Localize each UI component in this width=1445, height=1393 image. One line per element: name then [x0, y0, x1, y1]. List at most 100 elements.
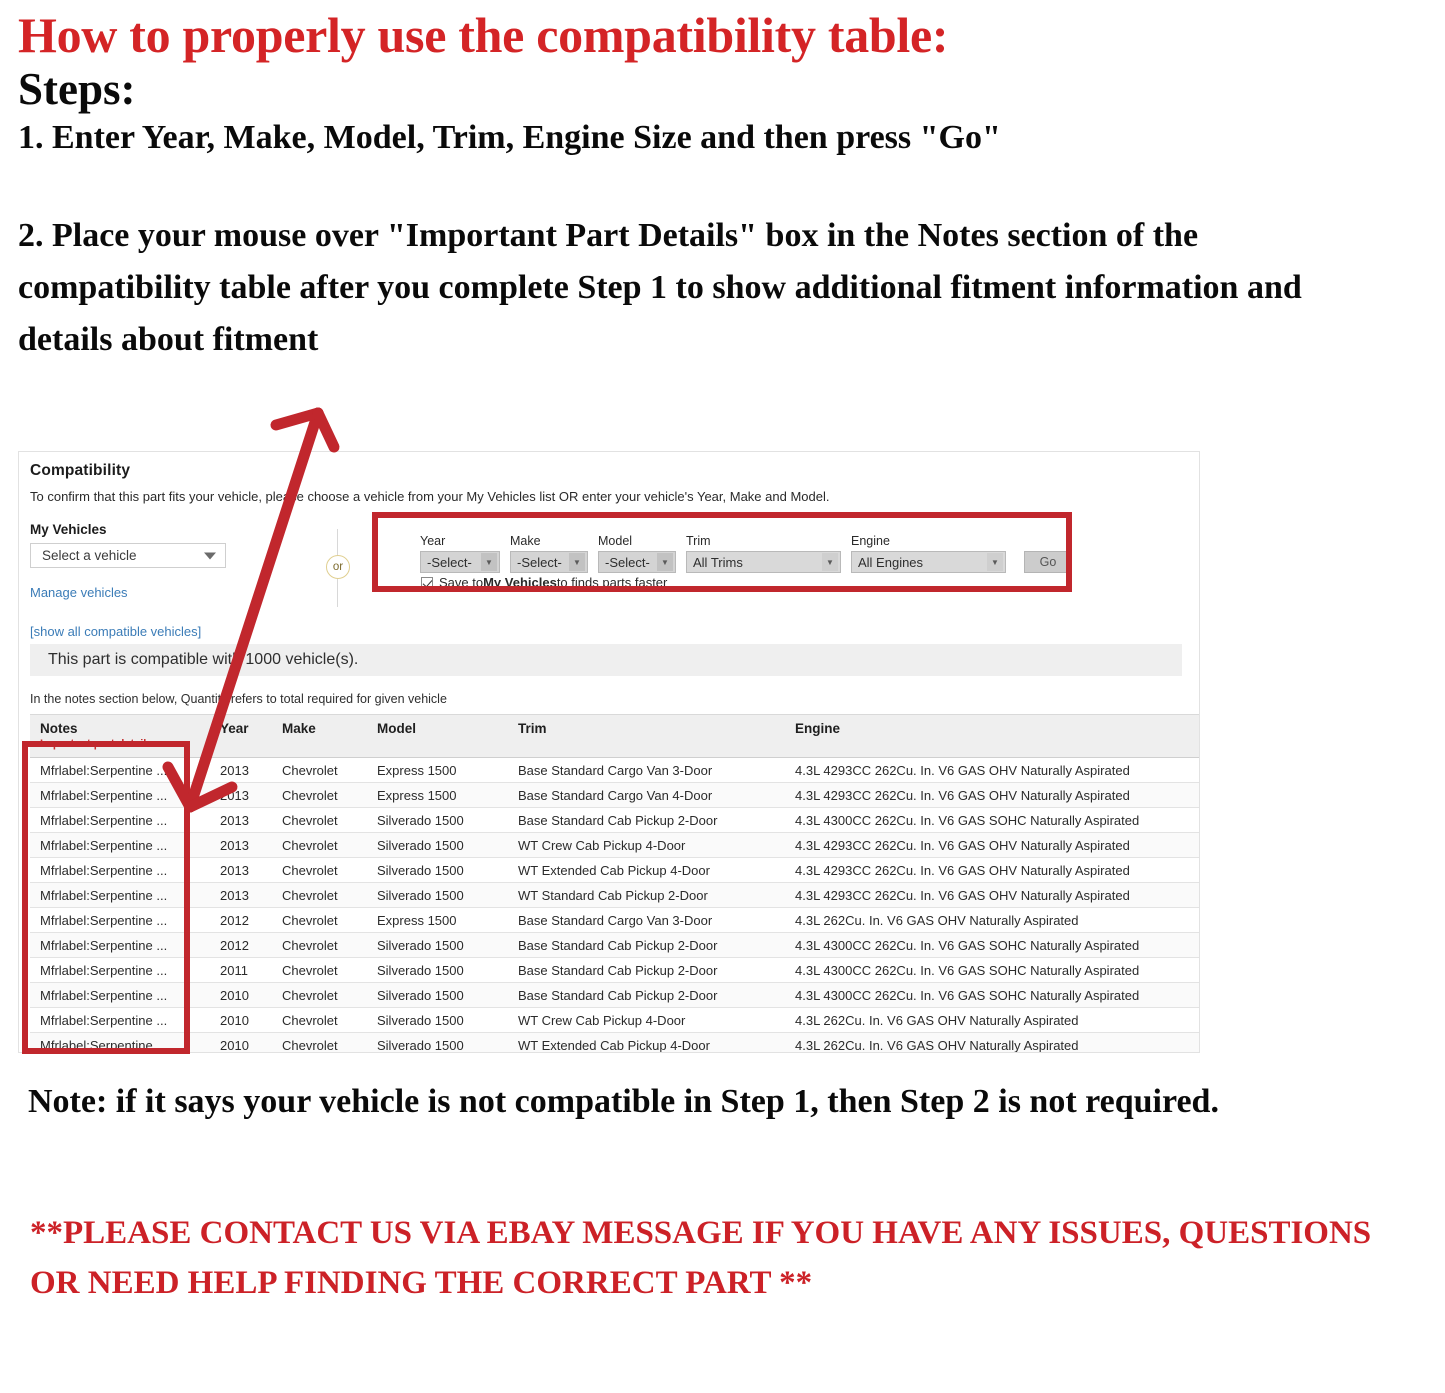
- column-header-model[interactable]: Model: [367, 714, 508, 758]
- column-header-trim[interactable]: Trim: [508, 714, 785, 758]
- important-part-details-label: Important part details: [40, 738, 153, 750]
- engine-select[interactable]: All Engines ▼: [851, 551, 1006, 573]
- cell-trim: Base Standard Cab Pickup 2-Door: [508, 982, 785, 1008]
- cell-engine: 4.3L 262Cu. In. V6 GAS OHV Naturally Asp…: [785, 1032, 1199, 1052]
- cell-engine: 4.3L 262Cu. In. V6 GAS OHV Naturally Asp…: [785, 907, 1199, 933]
- cell-model: Express 1500: [367, 782, 508, 808]
- year-field: Year -Select- ▼: [420, 534, 500, 573]
- engine-select-value: All Engines: [858, 554, 924, 570]
- model-field: Model -Select- ▼: [598, 534, 676, 573]
- cell-trim: Base Standard Cargo Van 3-Door: [508, 757, 785, 783]
- cell-make: Chevrolet: [272, 957, 367, 983]
- my-vehicles-select-value: Select a vehicle: [42, 548, 137, 563]
- cell-year: 2012: [210, 932, 272, 958]
- cell-trim: WT Standard Cab Pickup 2-Door: [508, 882, 785, 908]
- cell-year: 2010: [210, 1032, 272, 1052]
- cell-engine: 4.3L 4300CC 262Cu. In. V6 GAS SOHC Natur…: [785, 982, 1199, 1008]
- compatibility-panel: Compatibility To confirm that this part …: [18, 451, 1200, 1053]
- cell-notes: Mfrlabel:Serpentine ...: [30, 932, 210, 958]
- cell-year: 2013: [210, 882, 272, 908]
- cell-notes: Mfrlabel:Serpentine ...: [30, 882, 210, 908]
- cell-model: Silverado 1500: [367, 882, 508, 908]
- cell-notes: Mfrlabel:Serpentine ...: [30, 907, 210, 933]
- table-row[interactable]: Mfrlabel:Serpentine ... 2013 Chevrolet Expr…: [30, 757, 1199, 783]
- column-header-year[interactable]: Year: [210, 714, 272, 758]
- table-row[interactable]: Mfrlabel:Serpentine ... 2012 Chevrolet Expr…: [30, 907, 1199, 933]
- cell-notes: Mfrlabel:Serpentine ...: [30, 757, 210, 783]
- save-to-my-vehicles-row[interactable]: Save to My Vehicles to finds parts faste…: [421, 575, 667, 590]
- trim-select[interactable]: All Trims ▼: [686, 551, 841, 573]
- cell-notes: Mfrlabel:Serpentine ...: [30, 982, 210, 1008]
- table-row[interactable]: Mfrlabel:Serpentine ... 2013 Chevrolet Silv…: [30, 807, 1199, 833]
- go-button[interactable]: Go: [1024, 551, 1072, 573]
- year-select[interactable]: -Select- ▼: [420, 551, 500, 573]
- cell-make: Chevrolet: [272, 982, 367, 1008]
- cell-engine: 4.3L 4293CC 262Cu. In. V6 GAS OHV Natura…: [785, 882, 1199, 908]
- year-label: Year: [420, 534, 446, 548]
- chevron-down-icon: ▼: [569, 553, 585, 571]
- chevron-down-icon: ▼: [987, 553, 1003, 571]
- model-label: Model: [598, 534, 633, 548]
- my-vehicles-select[interactable]: Select a vehicle: [30, 543, 226, 568]
- save-text-bold: My Vehicles: [483, 575, 557, 590]
- my-vehicles-label: My Vehicles: [30, 522, 107, 537]
- table-row[interactable]: Mfrlabel:Serpentine ... 2013 Chevrolet Silv…: [30, 882, 1199, 908]
- trim-label: Trim: [686, 534, 711, 548]
- table-row[interactable]: Mfrlabel:Serpentine ... 2010 Chevrolet Silv…: [30, 982, 1199, 1008]
- chevron-down-icon: [204, 552, 216, 559]
- table-row[interactable]: Mfrlabel:Serpentine ... 2013 Chevrolet Silv…: [30, 832, 1199, 858]
- step-two-text: 2. Place your mouse over "Important Part…: [18, 217, 1302, 358]
- cell-year: 2013: [210, 757, 272, 783]
- cell-trim: WT Crew Cab Pickup 4-Door: [508, 832, 785, 858]
- cell-notes: Mfrlabel:Serpentine ...: [30, 1007, 210, 1033]
- table-row[interactable]: Mfrlabel:Serpentine ... 2010 Chevrolet Silv…: [30, 1007, 1199, 1033]
- cell-make: Chevrolet: [272, 882, 367, 908]
- table-row[interactable]: Mfrlabel:Serpentine ... 2013 Chevrolet Expr…: [30, 782, 1199, 808]
- column-header-notes-label: Notes: [40, 721, 78, 736]
- or-label: or: [326, 555, 350, 579]
- show-all-compatible-vehicles-link[interactable]: [show all compatible vehicles]: [30, 624, 300, 639]
- cell-trim: Base Standard Cargo Van 4-Door: [508, 782, 785, 808]
- manage-vehicles-link[interactable]: Manage vehicles: [30, 585, 300, 600]
- cell-make: Chevrolet: [272, 1032, 367, 1052]
- cell-year: 2013: [210, 807, 272, 833]
- cell-engine: 4.3L 4300CC 262Cu. In. V6 GAS SOHC Natur…: [785, 932, 1199, 958]
- table-row[interactable]: Mfrlabel:Serpentine ... 2010 Chevrolet Silv…: [30, 1032, 1199, 1052]
- make-select[interactable]: -Select- ▼: [510, 551, 588, 573]
- trim-field: Trim All Trims ▼: [686, 534, 841, 573]
- cell-make: Chevrolet: [272, 832, 367, 858]
- cell-notes: Mfrlabel:Serpentine ...: [30, 782, 210, 808]
- table-row[interactable]: Mfrlabel:Serpentine ... 2012 Chevrolet Silv…: [30, 932, 1199, 958]
- column-header-make[interactable]: Make: [272, 714, 367, 758]
- column-header-notes[interactable]: Notes Important part details: [30, 714, 210, 758]
- engine-field: Engine All Engines ▼: [851, 534, 1006, 573]
- cell-trim: Base Standard Cargo Van 3-Door: [508, 907, 785, 933]
- cell-trim: WT Crew Cab Pickup 4-Door: [508, 1007, 785, 1033]
- my-vehicles-column: My Vehicles Select a vehicle Manage vehi…: [30, 522, 300, 639]
- model-select[interactable]: -Select- ▼: [598, 551, 676, 573]
- compatibility-table-body: Mfrlabel:Serpentine ... 2013 Chevrolet Expr…: [30, 757, 1199, 1052]
- table-header-row: Notes Important part details Year Make M…: [30, 714, 1199, 758]
- cell-trim: Base Standard Cab Pickup 2-Door: [508, 932, 785, 958]
- cell-model: Express 1500: [367, 757, 508, 783]
- cell-make: Chevrolet: [272, 857, 367, 883]
- cell-trim: WT Extended Cab Pickup 4-Door: [508, 1032, 785, 1052]
- cell-engine: 4.3L 4293CC 262Cu. In. V6 GAS OHV Natura…: [785, 857, 1199, 883]
- cell-notes: Mfrlabel:Serpentine ...: [30, 1032, 210, 1052]
- cell-engine: 4.3L 4293CC 262Cu. In. V6 GAS OHV Natura…: [785, 832, 1199, 858]
- make-select-value: -Select-: [517, 554, 562, 570]
- compatibility-subtitle: To confirm that this part fits your vehi…: [30, 489, 830, 504]
- column-header-engine[interactable]: Engine: [785, 714, 1199, 758]
- compatibility-count-banner: This part is compatible with 1000 vehicl…: [30, 644, 1182, 676]
- trim-select-value: All Trims: [693, 554, 743, 570]
- cell-make: Chevrolet: [272, 757, 367, 783]
- table-row[interactable]: Mfrlabel:Serpentine ... 2013 Chevrolet Silv…: [30, 857, 1199, 883]
- cell-engine: 4.3L 262Cu. In. V6 GAS OHV Naturally Asp…: [785, 1007, 1199, 1033]
- year-select-value: -Select-: [427, 554, 472, 570]
- cell-year: 2013: [210, 832, 272, 858]
- table-row[interactable]: Mfrlabel:Serpentine ... 2011 Chevrolet Silv…: [30, 957, 1199, 983]
- footer-contact-text: **PLEASE CONTACT US VIA EBAY MESSAGE IF …: [30, 1215, 1372, 1302]
- save-to-my-vehicles-checkbox[interactable]: [421, 576, 433, 589]
- cell-notes: Mfrlabel:Serpentine ...: [30, 957, 210, 983]
- save-text-before: Save to: [439, 575, 484, 590]
